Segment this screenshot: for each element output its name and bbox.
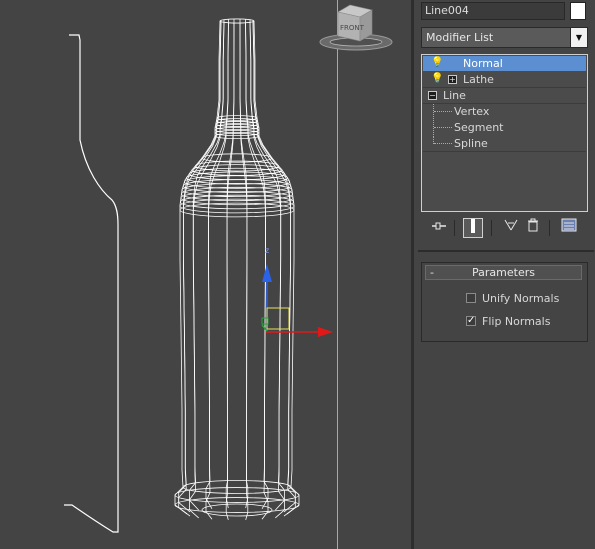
mesh-ring <box>179 198 295 214</box>
configure-sets-icon[interactable] <box>559 218 579 238</box>
tree-line <box>434 143 452 144</box>
mesh-ring <box>181 182 293 197</box>
tree-line <box>434 111 452 112</box>
modifier-stack[interactable]: 💡 Normal 💡 + Lathe − Line Vertex Segment… <box>421 54 588 212</box>
object-name-field[interactable]: Line004 <box>421 2 565 20</box>
modifier-list-dropdown[interactable]: Modifier List ▼ <box>421 27 588 48</box>
gizmo-y-arrow[interactable] <box>262 264 272 282</box>
transform-gizmo[interactable]: z <box>261 246 333 337</box>
mesh-ring <box>181 186 293 202</box>
modifier-list-label: Modifier List <box>426 31 494 44</box>
show-end-result-icon[interactable] <box>463 218 483 238</box>
mesh-base <box>201 503 273 517</box>
parameters-title: Parameters <box>472 266 535 279</box>
mesh-ring <box>182 179 292 193</box>
mesh-meridian <box>252 20 296 513</box>
mesh-ring <box>180 190 294 206</box>
flip-normals-checkbox[interactable]: ✓ <box>466 316 476 326</box>
stack-item-label: Lathe <box>463 73 494 86</box>
mesh-meridian <box>205 19 229 510</box>
mesh-ring <box>216 115 258 121</box>
stack-item-lathe[interactable]: 💡 + Lathe <box>423 72 586 88</box>
parameters-rollout: - Parameters Unify Normals ✓ Flip Normal… <box>421 262 588 342</box>
viewport-canvas[interactable]: z FRONT <box>0 0 411 549</box>
make-unique-icon[interactable] <box>501 218 521 238</box>
bottle-wireframe-mesh[interactable] <box>174 18 300 521</box>
collapse-minus-icon[interactable]: − <box>428 91 437 100</box>
stack-subitem-segment[interactable]: Segment <box>423 120 586 135</box>
lightbulb-icon[interactable]: 💡 <box>431 74 443 84</box>
unify-normals-label: Unify Normals <box>482 292 560 305</box>
stack-item-label: Line <box>443 89 466 102</box>
mesh-meridian <box>225 18 235 509</box>
gizmo-label: z <box>265 246 269 255</box>
mesh-ring <box>182 480 292 494</box>
mesh-meridian <box>253 20 300 515</box>
lightbulb-icon[interactable]: 💡 <box>431 58 443 68</box>
viewcube-label: FRONT <box>340 24 365 32</box>
viewcube[interactable]: FRONT <box>319 4 393 51</box>
stack-toolbar <box>421 216 588 240</box>
mesh-meridian <box>174 20 221 515</box>
bottle-profile-spline[interactable] <box>64 34 119 533</box>
chevron-down-icon[interactable]: ▼ <box>570 28 587 47</box>
panel-divider <box>418 250 594 252</box>
viewport[interactable]: z FRONT <box>0 0 411 549</box>
toolbar-separator <box>549 220 550 236</box>
gizmo-x-arrow[interactable] <box>318 327 333 337</box>
mesh-ring <box>215 118 258 124</box>
object-color-swatch[interactable] <box>570 2 586 20</box>
stack-item-normal[interactable]: 💡 Normal <box>423 56 586 71</box>
toolbar-separator <box>491 220 492 236</box>
stack-subitem-vertex[interactable]: Vertex <box>423 104 586 119</box>
mesh-ring <box>179 194 294 210</box>
parameters-rollout-header[interactable]: - Parameters <box>425 265 582 280</box>
command-panel: Line004 Modifier List ▼ 💡 Normal 💡 + Lat… <box>411 0 595 549</box>
mesh-ring <box>174 487 300 503</box>
stack-subitem-spline[interactable]: Spline <box>423 136 586 152</box>
remove-modifier-icon[interactable] <box>523 218 543 238</box>
stack-item-label: Segment <box>454 121 504 134</box>
toolbar-separator <box>454 220 455 236</box>
mesh-meridian <box>239 18 249 509</box>
mesh-meridian <box>245 19 269 510</box>
mesh-ring <box>179 202 295 218</box>
stack-item-line[interactable]: − Line <box>423 88 586 104</box>
mesh-ring <box>219 18 255 24</box>
stack-item-label: Vertex <box>454 105 490 118</box>
flip-normals-label: Flip Normals <box>482 315 551 328</box>
tree-line <box>434 127 452 128</box>
unify-normals-checkbox[interactable] <box>466 293 476 303</box>
mesh-meridian <box>178 20 222 513</box>
stack-item-label: Spline <box>454 137 488 150</box>
pin-stack-icon[interactable] <box>429 218 449 238</box>
expand-plus-icon[interactable]: + <box>448 75 457 84</box>
gizmo-plane-handle[interactable] <box>266 307 290 330</box>
stack-item-label: Normal <box>463 57 503 70</box>
